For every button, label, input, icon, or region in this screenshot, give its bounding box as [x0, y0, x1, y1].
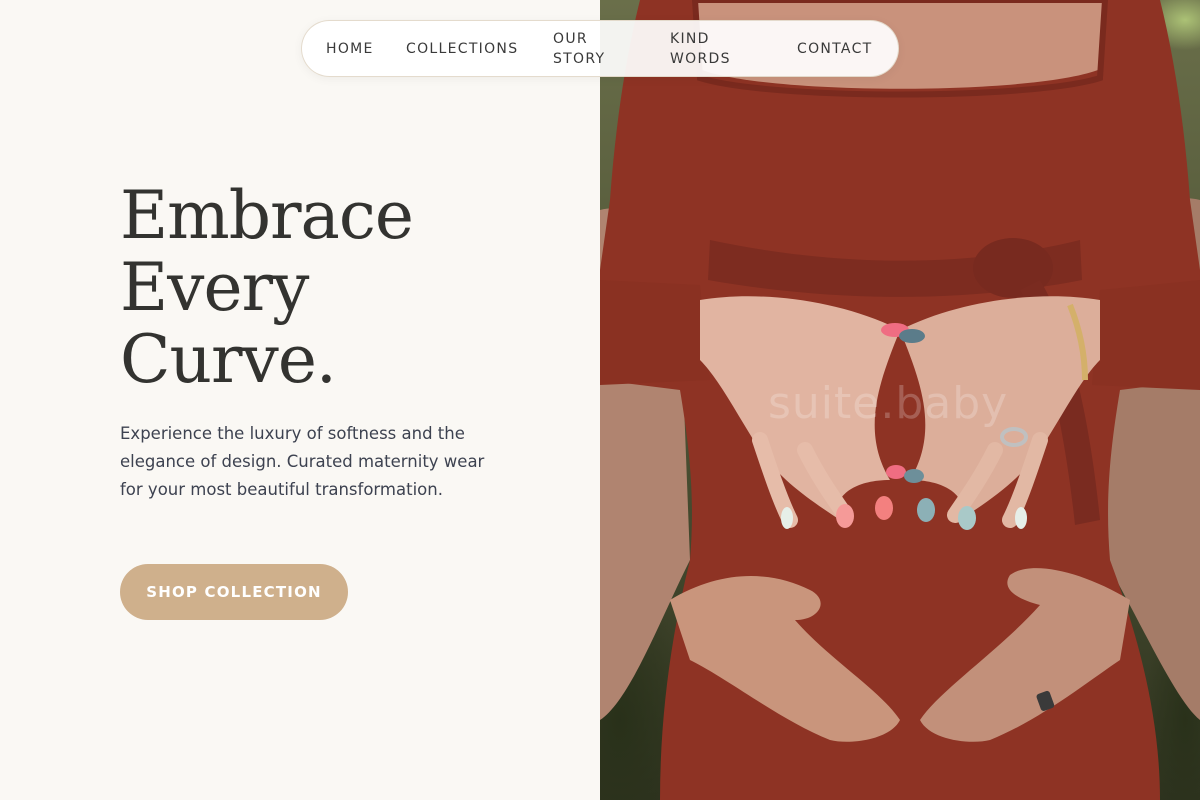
nail	[958, 506, 976, 530]
hero-photo: suite.baby	[600, 0, 1200, 800]
hero-title-line-3: Curve.	[120, 321, 337, 398]
nail	[899, 329, 925, 343]
nav-item-collections[interactable]: COLLECTIONS	[406, 39, 518, 59]
nail	[875, 496, 893, 520]
right-sleeve	[1092, 280, 1200, 390]
nav-item-kind-words[interactable]: KIND WORDS	[670, 29, 740, 69]
page: Embrace Every Curve. Experience the luxu…	[0, 0, 1200, 800]
hero-description: Experience the luxury of softness and th…	[120, 424, 485, 499]
nav-item-our-story[interactable]: OUR STORY	[553, 29, 623, 69]
hero-title-line-1: Embrace	[120, 177, 414, 254]
shop-collection-button[interactable]: SHOP COLLECTION	[120, 564, 348, 620]
hero-left-panel: Embrace Every Curve. Experience the luxu…	[0, 0, 600, 800]
top-navigation: HOME COLLECTIONS OUR STORY KIND WORDS CO…	[301, 20, 899, 77]
nail	[904, 469, 924, 483]
watermark-text: suite.baby	[768, 378, 1009, 429]
nail	[781, 507, 793, 529]
nav-item-contact[interactable]: CONTACT	[797, 39, 873, 59]
nail	[886, 465, 906, 479]
nav-item-home[interactable]: HOME	[326, 39, 374, 59]
nail	[1015, 507, 1027, 529]
hero-title-line-2: Every	[120, 249, 309, 326]
left-sleeve	[600, 280, 710, 385]
hero-title: Embrace Every Curve.	[120, 180, 540, 396]
nail	[917, 498, 935, 522]
nail	[836, 504, 854, 528]
